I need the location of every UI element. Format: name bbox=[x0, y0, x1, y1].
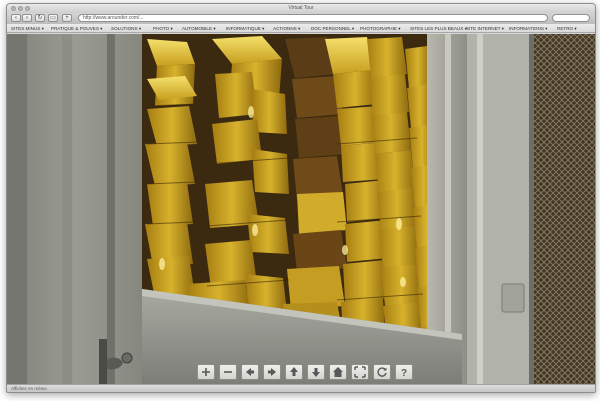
rotate-icon bbox=[377, 367, 387, 377]
reload-button[interactable]: ↻ bbox=[35, 14, 45, 22]
pan-down-button[interactable] bbox=[307, 364, 325, 380]
back-arrow-icon: ‹ bbox=[15, 15, 17, 21]
gold-vault-panorama bbox=[7, 34, 595, 384]
pan-up-button[interactable] bbox=[285, 364, 303, 380]
help-button[interactable]: ? bbox=[395, 364, 413, 380]
home-button[interactable] bbox=[329, 364, 347, 380]
home-icon bbox=[333, 367, 343, 377]
svg-text:?: ? bbox=[401, 368, 407, 379]
bookmark-menu-10[interactable]: SITES LES PLUS BEAUX ▾ bbox=[410, 25, 467, 32]
zoom-out-button[interactable] bbox=[219, 364, 237, 380]
bookmark-menu-9[interactable]: PHOTOGRAPHIE ▾ bbox=[360, 25, 401, 32]
bookmark-menu-1[interactable]: SITES MINUS ▾ bbox=[11, 25, 44, 32]
forward-button[interactable]: › bbox=[22, 14, 32, 22]
search-input[interactable] bbox=[552, 14, 590, 22]
pan-left-button[interactable] bbox=[241, 364, 259, 380]
bookmark-menu-7[interactable]: ACTIONNS ▾ bbox=[273, 25, 300, 32]
screen-button[interactable]: ▭ bbox=[48, 14, 58, 22]
pan-right-button[interactable] bbox=[263, 364, 281, 380]
bookmark-menu-4[interactable]: PHOTO ▾ bbox=[153, 25, 173, 32]
back-button[interactable]: ‹ bbox=[11, 14, 21, 22]
bookmark-menu-12[interactable]: INFORMATIONS ▾ bbox=[509, 25, 547, 32]
browser-window: Virtual Tour ‹ › ↻ ▭ + http://www.around… bbox=[6, 3, 596, 393]
bookmark-menu-2[interactable]: PRATIQUE & POUVES ▾ bbox=[51, 25, 103, 32]
bookmark-menu-6[interactable]: INFORMATIQUE ▾ bbox=[226, 25, 264, 32]
reload-icon: ↻ bbox=[37, 15, 43, 21]
bookmark-menu-11[interactable]: SITE INTERNET ▾ bbox=[466, 25, 504, 32]
zoom-in-button[interactable] bbox=[197, 364, 215, 380]
help-icon: ? bbox=[401, 368, 407, 379]
arrow-left-icon bbox=[246, 368, 254, 376]
fullscreen-button[interactable] bbox=[351, 364, 369, 380]
title-bar: Virtual Tour bbox=[7, 4, 595, 13]
panorama-viewer[interactable]: ? bbox=[7, 34, 595, 384]
address-bar[interactable]: http://www.arounder.com/... bbox=[78, 14, 548, 22]
minus-icon bbox=[224, 371, 232, 373]
fullscreen-icon bbox=[354, 366, 366, 378]
forward-arrow-icon: › bbox=[26, 15, 28, 21]
bookmark-menu-5[interactable]: AUTOMOBILE ▾ bbox=[182, 25, 216, 32]
bookmarks-bar: SITES MINUS ▾ PRATIQUE & POUVES ▾ SOLUTI… bbox=[7, 24, 595, 33]
status-text: Affichez en mémo bbox=[11, 386, 47, 391]
plus-icon bbox=[202, 368, 210, 376]
add-tab-icon: + bbox=[65, 15, 69, 21]
arrow-up-icon bbox=[290, 367, 298, 376]
bookmark-menu-8[interactable]: DOC PERSONNEL ▾ bbox=[311, 25, 354, 32]
window-title: Virtual Tour bbox=[288, 5, 314, 11]
arrow-right-icon bbox=[268, 368, 276, 376]
add-tab-button[interactable]: + bbox=[62, 14, 72, 22]
bookmark-menu-13[interactable]: RETRO ▾ bbox=[557, 25, 577, 32]
autorotate-button[interactable] bbox=[373, 364, 391, 380]
bookmark-menu-3[interactable]: SOLUTIONS ▾ bbox=[111, 25, 141, 32]
arrow-down-icon bbox=[312, 368, 320, 377]
status-bar: Affichez en mémo bbox=[7, 384, 595, 392]
browser-toolbar: ‹ › ↻ ▭ + http://www.arounder.com/... bbox=[7, 13, 595, 24]
window-icon: ▭ bbox=[50, 15, 56, 21]
